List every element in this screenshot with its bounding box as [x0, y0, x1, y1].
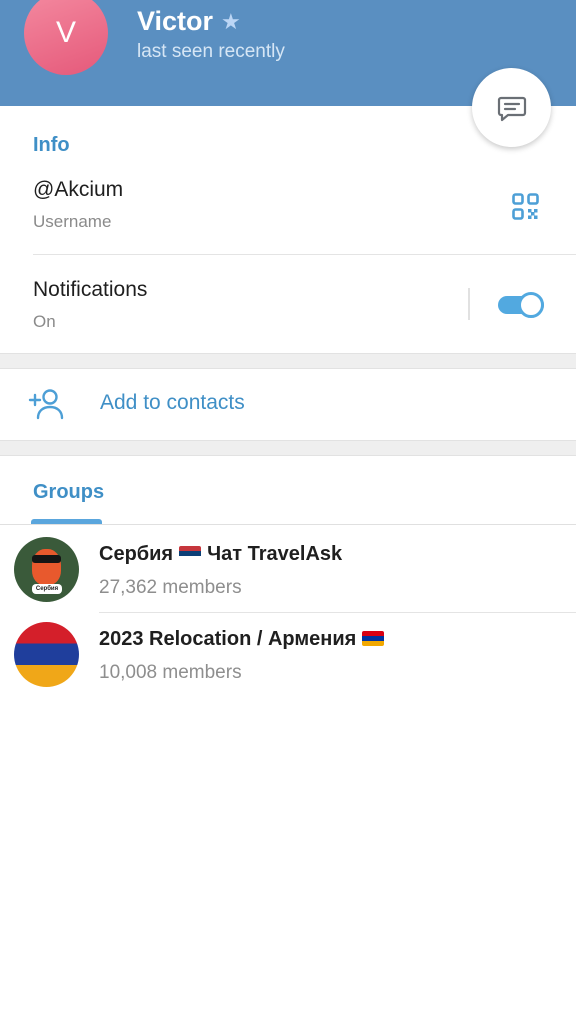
notifications-toggle[interactable] [498, 292, 546, 318]
group-title[interactable]: Сербия Чат TravelAsk [99, 543, 342, 566]
profile-avatar[interactable]: V [24, 0, 108, 75]
avatar-letter: V [55, 16, 76, 49]
group-avatar[interactable]: Сербия [14, 537, 79, 602]
group-title-part1: Сербия [99, 543, 174, 565]
tab-divider [0, 524, 576, 525]
group-avatar[interactable] [14, 622, 79, 687]
star-icon: ★ [221, 8, 241, 34]
group-title-part2: Чат TravelAsk [207, 543, 343, 565]
section-gap [0, 440, 576, 456]
add-to-contacts-row[interactable]: Add to contacts [0, 370, 576, 440]
chat-icon [497, 96, 526, 121]
avatar-tag: Сербия [32, 584, 62, 594]
avatar-sunglasses [32, 555, 61, 563]
profile-name: Victor [137, 6, 214, 36]
notifications-label[interactable]: Notifications [33, 278, 147, 302]
tab-groups[interactable]: Groups [33, 481, 104, 504]
list-divider [99, 612, 576, 613]
serbia-flag-icon [179, 546, 202, 561]
notifications-value: On [33, 312, 56, 331]
group-title-part1: 2023 Relocation / Армения [99, 628, 357, 650]
group-members: 10,008 members [99, 662, 242, 683]
add-person-icon [28, 389, 64, 420]
info-section-title: Info [33, 134, 70, 156]
qr-code-icon[interactable] [512, 193, 539, 220]
username-label: Username [33, 212, 112, 231]
vertical-separator [468, 288, 470, 320]
armenia-flag-icon [362, 631, 385, 646]
group-members: 27,362 members [99, 577, 242, 598]
send-message-button[interactable] [472, 68, 551, 147]
section-gap [0, 353, 576, 369]
group-title[interactable]: 2023 Relocation / Армения [99, 628, 385, 651]
add-to-contacts-label: Add to contacts [100, 391, 245, 414]
username-value[interactable]: @Akcium [33, 178, 123, 202]
profile-status: last seen recently [137, 41, 285, 62]
toggle-knob [518, 292, 544, 318]
info-divider [33, 254, 576, 255]
profile-name-row: Victor ★ [137, 6, 241, 37]
